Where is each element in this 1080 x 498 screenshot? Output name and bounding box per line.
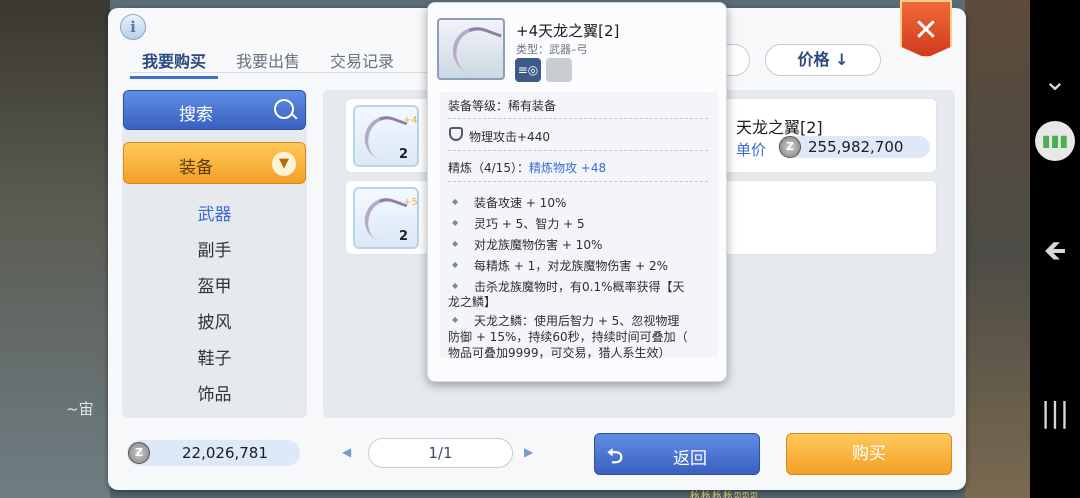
inspect-icon[interactable]: ≡◎ (515, 58, 541, 82)
item-icon (437, 18, 505, 80)
return-icon: ⮌ (607, 444, 624, 468)
next-page-icon[interactable]: ▶ (524, 445, 533, 459)
zeny-coin-icon: Z (779, 136, 801, 158)
category-cloak[interactable]: 披风 (122, 308, 307, 333)
tooltip-type: 类型：武器–弓 (516, 43, 588, 56)
page-indicator: 1/1 (368, 438, 513, 468)
info-icon[interactable]: i (120, 14, 146, 40)
item-slot[interactable]: +5 2 (353, 187, 419, 249)
signal-icon[interactable]: ▮▮▮ (1030, 120, 1080, 161)
tab-sell[interactable]: 我要出售 (224, 44, 312, 79)
equipment-label: 装备 (179, 158, 213, 178)
effect-line: 击杀龙族魔物时，有0.1%概率获得【天 (474, 280, 685, 294)
effect-line: 装备攻速 + 10% (474, 196, 567, 210)
effect-line: 对龙族魔物伤害 + 10% (474, 238, 603, 252)
category-weapon[interactable]: 武器 (122, 200, 307, 225)
effect-line: 灵巧 + 5、智力 + 5 (474, 217, 585, 231)
equip-level: 装备等级：稀有装备 (448, 99, 557, 113)
player-money: 22,026,781 (182, 444, 268, 462)
prev-page-icon[interactable]: ◀ (342, 445, 351, 459)
refine-level: +4 (403, 115, 418, 126)
bullet-icon: ◆ (452, 260, 459, 269)
tab-bar: 我要购买 我要出售 交易记录 (130, 44, 412, 79)
game-background-left (0, 0, 110, 498)
bullet-icon: ◆ (452, 197, 459, 206)
effect-line: 物品可叠加9999，可交易，猎人系生效） (448, 346, 671, 360)
category-shoes[interactable]: 鞋子 (122, 344, 307, 369)
refine-prefix: 精炼（4/15）： (448, 161, 529, 175)
category-armor[interactable]: 盔甲 (122, 272, 307, 297)
back-arrow-icon[interactable]: 🡸 (1030, 230, 1080, 278)
physical-attack: 物理攻击+440 (469, 130, 550, 144)
bow-icon (446, 20, 502, 80)
card-slot-count: 2 (399, 147, 409, 162)
divider (448, 118, 708, 119)
card-slot-count: 2 (399, 229, 409, 244)
effect-line: 每精炼 + 1，对龙族魔物伤害 + 2% (474, 259, 669, 273)
effect-line: 天龙之鳞：使用后智力 + 5、忽视物理 (474, 314, 680, 328)
search-button-label: 搜索 (179, 105, 213, 125)
zeny-coin-icon: Z (128, 442, 150, 464)
search-button[interactable]: 搜索 (123, 90, 306, 130)
tooltip-title: +4天龙之翼[2] (516, 22, 620, 40)
search-icon (274, 99, 294, 119)
refine-level: +5 (403, 197, 418, 208)
category-accessory[interactable]: 饰品 (122, 380, 307, 405)
bullet-icon: ◆ (452, 218, 459, 227)
android-nav-bar: ⌄ ▮▮▮ 🡸 ||| (1030, 0, 1080, 498)
game-background-right (965, 0, 1030, 498)
tab-divider (130, 72, 430, 73)
effect-line: 防御 + 15%，持续60秒，持续时间可叠加（ (448, 330, 688, 344)
divider (448, 150, 708, 151)
bullet-icon: ◆ (452, 315, 459, 324)
price-sort-button[interactable]: 价格 ↓ (765, 44, 881, 76)
bullet-icon: ◆ (452, 281, 459, 290)
refine-info: 精炼（4/15）：精炼物攻 +48 (448, 159, 606, 176)
refine-value: 精炼物攻 +48 (528, 161, 607, 175)
back-button-label: 返回 (673, 449, 707, 469)
effect-line: 龙之鳞】 (448, 295, 497, 309)
item-name: 天龙之翼[2] (736, 118, 823, 137)
tab-history[interactable]: 交易记录 (318, 44, 406, 79)
bullet-icon: ◆ (452, 239, 459, 248)
recent-apps-icon[interactable]: ||| (1030, 396, 1080, 429)
divider (448, 181, 708, 182)
item-slot[interactable]: +4 2 (353, 105, 419, 167)
tab-buy[interactable]: 我要购买 (130, 44, 219, 79)
unit-price: 255,982,700 (808, 138, 904, 156)
background-text: ~宙 (66, 400, 94, 418)
shield-icon (449, 127, 463, 141)
close-button[interactable]: ✕ (900, 0, 952, 58)
back-button[interactable]: ⮌ 返回 (594, 433, 760, 475)
buy-button[interactable]: 购买 (786, 433, 952, 475)
chevron-down-icon[interactable]: ⌄ (1030, 64, 1080, 97)
equipment-dropdown[interactable]: 装备 ▼ (123, 142, 306, 184)
price-label: 单价 (736, 141, 767, 159)
category-offhand[interactable]: 副手 (122, 236, 307, 261)
compare-icon[interactable] (546, 58, 572, 82)
chevron-down-icon: ▼ (272, 152, 296, 176)
